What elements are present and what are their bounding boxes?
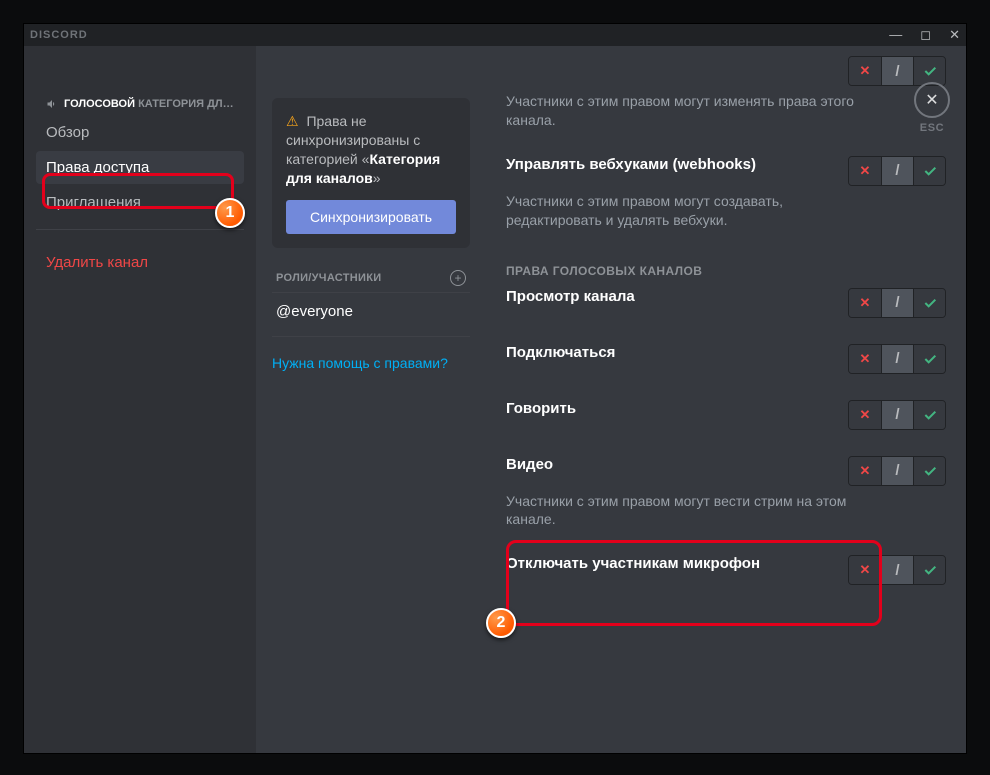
allow-button[interactable] (913, 57, 945, 85)
allow-button[interactable] (913, 289, 945, 317)
sync-notice: ⚠ Права не синхронизированы с категорией… (272, 98, 470, 248)
voice-permissions-section: ПРАВА ГОЛОСОВЫХ КАНАЛОВ (506, 264, 946, 278)
close-icon[interactable]: ✕ (914, 82, 950, 118)
sidebar-item-invites[interactable]: Приглашения (36, 186, 244, 219)
role-everyone[interactable]: @everyone (272, 293, 470, 330)
perm-desc: Участники с этим правом могут вести стри… (506, 492, 866, 530)
annotation-badge-2: 2 (486, 608, 516, 638)
allow-button[interactable] (913, 457, 945, 485)
perm-toggle[interactable] (848, 156, 946, 186)
perm-toggle[interactable] (848, 288, 946, 318)
perm-desc: Участники с этим правом могут изменять п… (506, 92, 866, 130)
deny-button[interactable] (849, 289, 881, 317)
deny-button[interactable] (849, 157, 881, 185)
deny-button[interactable] (849, 345, 881, 373)
neutral-button[interactable] (881, 157, 913, 185)
neutral-button[interactable] (881, 457, 913, 485)
allow-button[interactable] (913, 345, 945, 373)
perm-toggle[interactable] (848, 555, 946, 585)
esc-label: ESC (914, 122, 950, 134)
allow-button[interactable] (913, 556, 945, 584)
sidebar-item-overview[interactable]: Обзор (36, 116, 244, 149)
category-suffix: КАТЕГОРИЯ ДЛ… (138, 98, 234, 110)
deny-button[interactable] (849, 556, 881, 584)
sync-button[interactable]: Синхронизировать (286, 200, 456, 234)
deny-button[interactable] (849, 457, 881, 485)
perm-toggle[interactable] (848, 456, 946, 486)
settings-sidebar: ГОЛОСОВОЙ КАТЕГОРИЯ ДЛ… Обзор Права дост… (24, 46, 256, 753)
permissions-panel: Участники с этим правом могут изменять п… (486, 46, 966, 753)
perm-title-webhooks: Управлять вебхуками (webhooks) (506, 156, 756, 173)
neutral-button[interactable] (881, 345, 913, 373)
brand: DISCORD (30, 29, 88, 41)
roles-column: ⚠ Права не синхронизированы с категорией… (256, 46, 486, 753)
deny-button[interactable] (849, 57, 881, 85)
perm-toggle[interactable] (848, 344, 946, 374)
allow-button[interactable] (913, 157, 945, 185)
minimize-button[interactable]: — (889, 27, 902, 43)
perm-title-view: Просмотр канала (506, 288, 635, 305)
sync-text-post: » (373, 170, 381, 186)
neutral-button[interactable] (881, 401, 913, 429)
perm-toggle[interactable] (848, 400, 946, 430)
close-window-button[interactable]: ✕ (949, 27, 960, 43)
perm-desc: Участники с этим правом могут создавать,… (506, 192, 866, 230)
perm-title-connect: Подключаться (506, 344, 615, 361)
perm-title-mute: Отключать участникам микрофон (506, 555, 760, 572)
titlebar: DISCORD — ◻ ✕ (24, 24, 966, 46)
roles-header: РОЛИ/УЧАСТНИКИ (276, 272, 381, 284)
perm-title-video: Видео (506, 456, 553, 473)
sidebar-item-delete-channel[interactable]: Удалить канал (36, 246, 244, 279)
neutral-button[interactable] (881, 57, 913, 85)
divider (272, 336, 470, 337)
maximize-button[interactable]: ◻ (920, 27, 931, 43)
warning-icon: ⚠ (286, 113, 299, 129)
close-settings[interactable]: ✕ ESC (914, 82, 950, 134)
sidebar-item-permissions[interactable]: Права доступа (36, 151, 244, 184)
allow-button[interactable] (913, 401, 945, 429)
divider (36, 229, 244, 230)
permissions-help-link[interactable]: Нужна помощь с правами? (272, 355, 470, 371)
deny-button[interactable] (849, 401, 881, 429)
channel-name: ГОЛОСОВОЙ (64, 98, 135, 110)
add-role-button[interactable]: + (450, 270, 466, 286)
perm-title-speak: Говорить (506, 400, 576, 417)
neutral-button[interactable] (881, 556, 913, 584)
annotation-badge-1: 1 (215, 198, 245, 228)
neutral-button[interactable] (881, 289, 913, 317)
speaker-icon (46, 98, 58, 110)
